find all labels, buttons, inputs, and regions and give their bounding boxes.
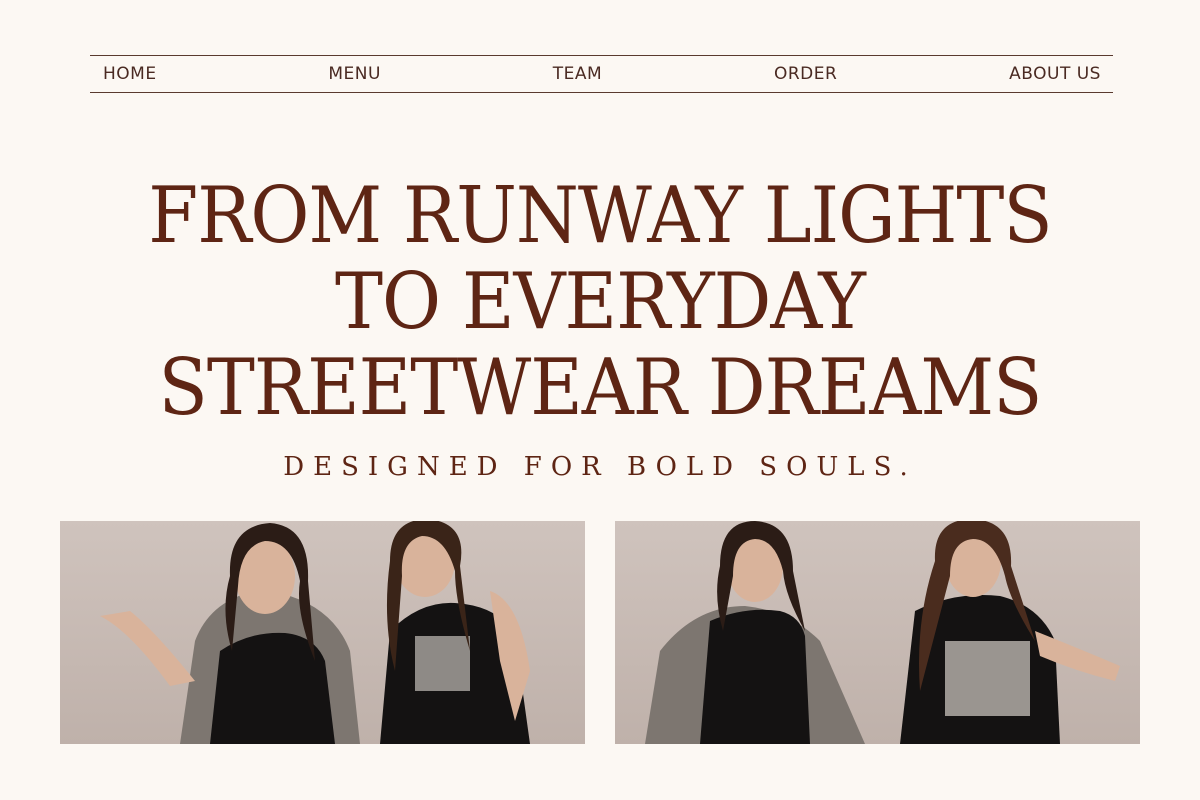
nav-home-link[interactable]: HOME [103, 64, 157, 84]
photo-right-illustration [645, 521, 1120, 744]
hero-line-1: FROM RUNWAY LIGHTS [148, 169, 1053, 261]
photo-left-illustration [100, 521, 530, 744]
hero-tagline: DESIGNED FOR BOLD SOULS. [283, 452, 917, 482]
nav-order-link[interactable]: ORDER [774, 64, 837, 84]
hero-line-2: TO EVERYDAY [335, 255, 866, 347]
photo-left [60, 521, 585, 744]
nav-team-link[interactable]: TEAM [553, 64, 602, 84]
photo-right [615, 521, 1140, 744]
nav-about-us-link[interactable]: ABOUT US [1009, 64, 1101, 84]
nav-menu-link[interactable]: MENU [328, 64, 381, 84]
hero-headline: FROM RUNWAY LIGHTS TO EVERYDAY STREETWEA… [0, 169, 1200, 433]
hero-line-3: STREETWEAR DREAMS [158, 341, 1043, 433]
top-navigation: HOME MENU TEAM ORDER ABOUT US [90, 55, 1113, 93]
